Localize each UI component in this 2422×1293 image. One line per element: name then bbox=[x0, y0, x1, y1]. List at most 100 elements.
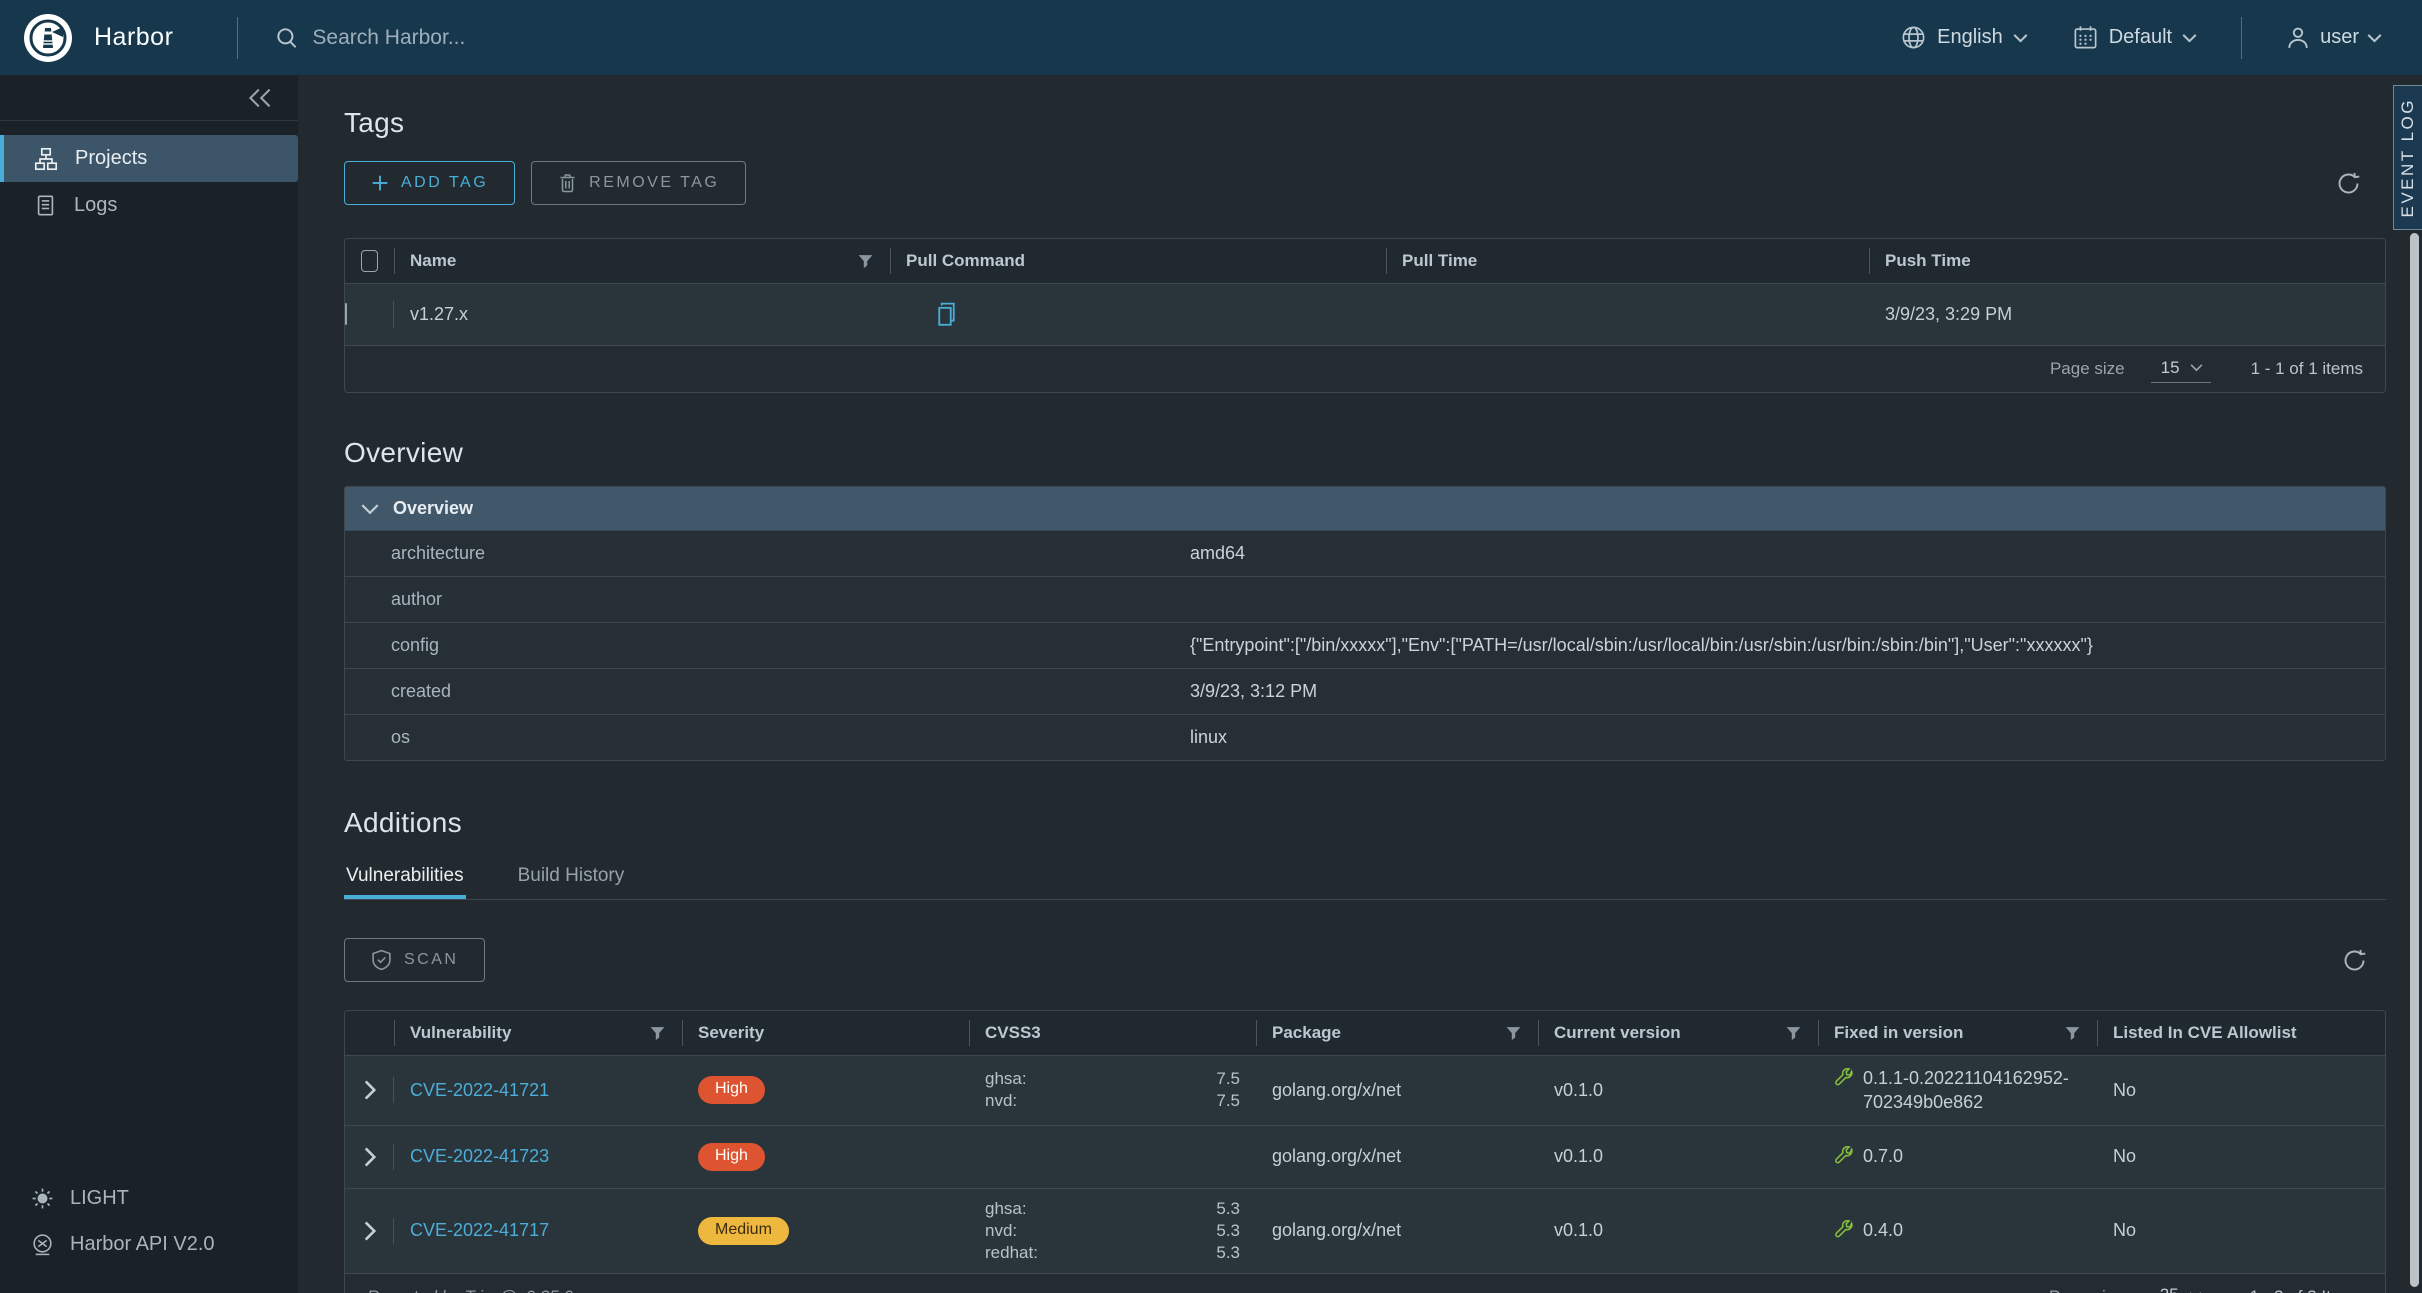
tab-build-history[interactable]: Build History bbox=[516, 859, 627, 899]
page-size-select[interactable]: 25 bbox=[2150, 1283, 2210, 1293]
scan-button[interactable]: SCAN bbox=[344, 938, 485, 982]
overview-key: os bbox=[345, 727, 1190, 748]
navbar-divider bbox=[2241, 17, 2242, 59]
sun-icon bbox=[30, 1186, 55, 1211]
column-header-vulnerability[interactable]: Vulnerability bbox=[394, 1011, 682, 1055]
caret-down-icon bbox=[361, 503, 379, 515]
cve-link[interactable]: CVE-2022-41721 bbox=[410, 1080, 549, 1100]
column-header-cve-allowlist[interactable]: Listed In CVE Allowlist bbox=[2097, 1011, 2385, 1055]
vulnerability-row: CVE-2022-41721 High ghsa: 7.5 nvd: 7.5 g… bbox=[345, 1056, 2385, 1126]
tags-section: Tags ADD TAG REMOVE TAG bbox=[344, 107, 2386, 393]
cvss-score: 5.3 bbox=[1180, 1199, 1240, 1219]
row-checkbox[interactable] bbox=[345, 303, 347, 325]
vertical-scrollbar[interactable] bbox=[2410, 233, 2419, 1287]
sidebar: Projects Logs LIGHT bbox=[0, 75, 298, 1293]
collapse-sidebar-icon[interactable] bbox=[248, 87, 272, 109]
current-version-cell: v0.1.0 bbox=[1538, 1136, 1818, 1177]
refresh-icon bbox=[2335, 170, 2362, 197]
navbar-left: Harbor bbox=[0, 0, 832, 75]
cve-link[interactable]: CVE-2022-41717 bbox=[410, 1220, 549, 1240]
column-header-fixed-in-version[interactable]: Fixed in version bbox=[1818, 1011, 2097, 1055]
add-tag-label: ADD TAG bbox=[401, 174, 488, 192]
page-size-select[interactable]: 15 bbox=[2151, 356, 2211, 383]
remove-tag-button[interactable]: REMOVE TAG bbox=[531, 161, 746, 205]
column-header-name[interactable]: Name bbox=[394, 239, 890, 283]
filter-icon[interactable] bbox=[2064, 1025, 2081, 1042]
tags-table-header: Name Pull Command Pull Time Push Time bbox=[345, 239, 2385, 284]
column-header-pull-time[interactable]: Pull Time bbox=[1386, 239, 1869, 283]
sidebar-item-logs[interactable]: Logs bbox=[0, 182, 298, 229]
overview-key: architecture bbox=[345, 543, 1190, 564]
overview-value: amd64 bbox=[1190, 543, 2385, 564]
filter-icon[interactable] bbox=[649, 1025, 666, 1042]
header-select-all bbox=[345, 239, 394, 283]
filter-icon[interactable] bbox=[857, 253, 874, 270]
overview-row: config {"Entrypoint":["/bin/xxxxx"],"Env… bbox=[345, 622, 2385, 668]
tags-table: Name Pull Command Pull Time Push Time bbox=[344, 238, 2386, 393]
copy-icon[interactable] bbox=[934, 300, 959, 329]
page-size-label: Page size bbox=[2050, 359, 2125, 379]
fixed-version-cell: 0.7.0 bbox=[1834, 1144, 2081, 1168]
column-header-current-version[interactable]: Current version bbox=[1538, 1011, 1818, 1055]
event-log-label: EVENT LOG bbox=[2398, 98, 2418, 218]
vulnerabilities-toolbar: SCAN bbox=[344, 938, 2386, 982]
column-header-pull-command[interactable]: Pull Command bbox=[890, 239, 1386, 283]
chevron-down-icon bbox=[2013, 33, 2028, 43]
tab-vulnerabilities[interactable]: Vulnerabilities bbox=[344, 859, 466, 899]
column-header-severity[interactable]: Severity bbox=[682, 1011, 969, 1055]
lighthouse-icon bbox=[28, 18, 68, 58]
overview-section: Overview Overview architecture amd64 aut… bbox=[344, 437, 2386, 761]
fixed-version-cell: 0.1.1-0.20221104162952-702349b0e862 bbox=[1834, 1066, 2081, 1115]
datetime-format-menu[interactable]: Default bbox=[2072, 24, 2197, 51]
column-header-push-time[interactable]: Push Time bbox=[1869, 239, 2385, 283]
cvss-source: nvd: bbox=[985, 1221, 1172, 1241]
user-menu[interactable]: user bbox=[2284, 24, 2382, 52]
main-content: Tags ADD TAG REMOVE TAG bbox=[298, 75, 2422, 1293]
chevron-right-icon[interactable] bbox=[363, 1080, 377, 1100]
column-header-cvss3[interactable]: CVSS3 bbox=[969, 1011, 1256, 1055]
additions-tabs: Vulnerabilities Build History bbox=[344, 859, 2386, 900]
cve-link[interactable]: CVE-2022-41723 bbox=[410, 1146, 549, 1166]
tags-title: Tags bbox=[344, 107, 2386, 139]
api-icon bbox=[30, 1232, 55, 1257]
header-expand-col bbox=[345, 1011, 394, 1055]
column-header-package[interactable]: Package bbox=[1256, 1011, 1538, 1055]
chevron-right-icon[interactable] bbox=[363, 1221, 377, 1241]
package-cell: golang.org/x/net bbox=[1256, 1136, 1538, 1177]
current-version-cell: v0.1.0 bbox=[1538, 1210, 1818, 1251]
severity-badge: Medium bbox=[698, 1217, 789, 1245]
overview-panel-title: Overview bbox=[393, 498, 473, 519]
select-all-checkbox[interactable] bbox=[361, 250, 378, 272]
cvss-source: redhat: bbox=[985, 1243, 1172, 1263]
overview-row: architecture amd64 bbox=[345, 530, 2385, 576]
add-tag-button[interactable]: ADD TAG bbox=[344, 161, 515, 205]
harbor-api-link[interactable]: Harbor API V2.0 bbox=[0, 1221, 298, 1267]
refresh-tags-button[interactable] bbox=[2335, 170, 2362, 197]
overview-value: {"Entrypoint":["/bin/xxxxx"],"Env":["PAT… bbox=[1190, 635, 2385, 656]
user-icon bbox=[2284, 24, 2312, 52]
vulnerability-row: CVE-2022-41717 Medium ghsa: 5.3 nvd: 5.3… bbox=[345, 1189, 2385, 1274]
expand-row-cell bbox=[345, 1211, 394, 1251]
fixed-version-text: 0.7.0 bbox=[1863, 1144, 1903, 1168]
language-menu[interactable]: English bbox=[1900, 24, 2028, 51]
sidebar-item-projects[interactable]: Projects bbox=[0, 135, 298, 182]
tags-table-footer: Page size 15 1 - 1 of 1 items bbox=[345, 346, 2385, 392]
cvss-score: 7.5 bbox=[1180, 1091, 1240, 1111]
theme-toggle-light[interactable]: LIGHT bbox=[0, 1175, 298, 1221]
severity-badge: High bbox=[698, 1076, 765, 1104]
filter-icon[interactable] bbox=[1505, 1025, 1522, 1042]
chevron-right-icon[interactable] bbox=[363, 1147, 377, 1167]
harbor-logo[interactable] bbox=[24, 14, 72, 62]
allowlist-cell: No bbox=[2097, 1210, 2385, 1251]
current-version-cell: v0.1.0 bbox=[1538, 1070, 1818, 1111]
navbar-divider bbox=[237, 17, 238, 59]
overview-panel-header[interactable]: Overview bbox=[345, 487, 2385, 530]
filter-icon[interactable] bbox=[1785, 1025, 1802, 1042]
refresh-vulnerabilities-button[interactable] bbox=[2341, 947, 2368, 974]
global-search bbox=[274, 25, 832, 51]
search-input[interactable] bbox=[312, 26, 832, 50]
cvss-score: 5.3 bbox=[1180, 1243, 1240, 1263]
api-version-label: Harbor API V2.0 bbox=[70, 1233, 215, 1256]
event-log-tab[interactable]: EVENT LOG bbox=[2393, 85, 2422, 230]
wrench-icon bbox=[1834, 1220, 1855, 1241]
